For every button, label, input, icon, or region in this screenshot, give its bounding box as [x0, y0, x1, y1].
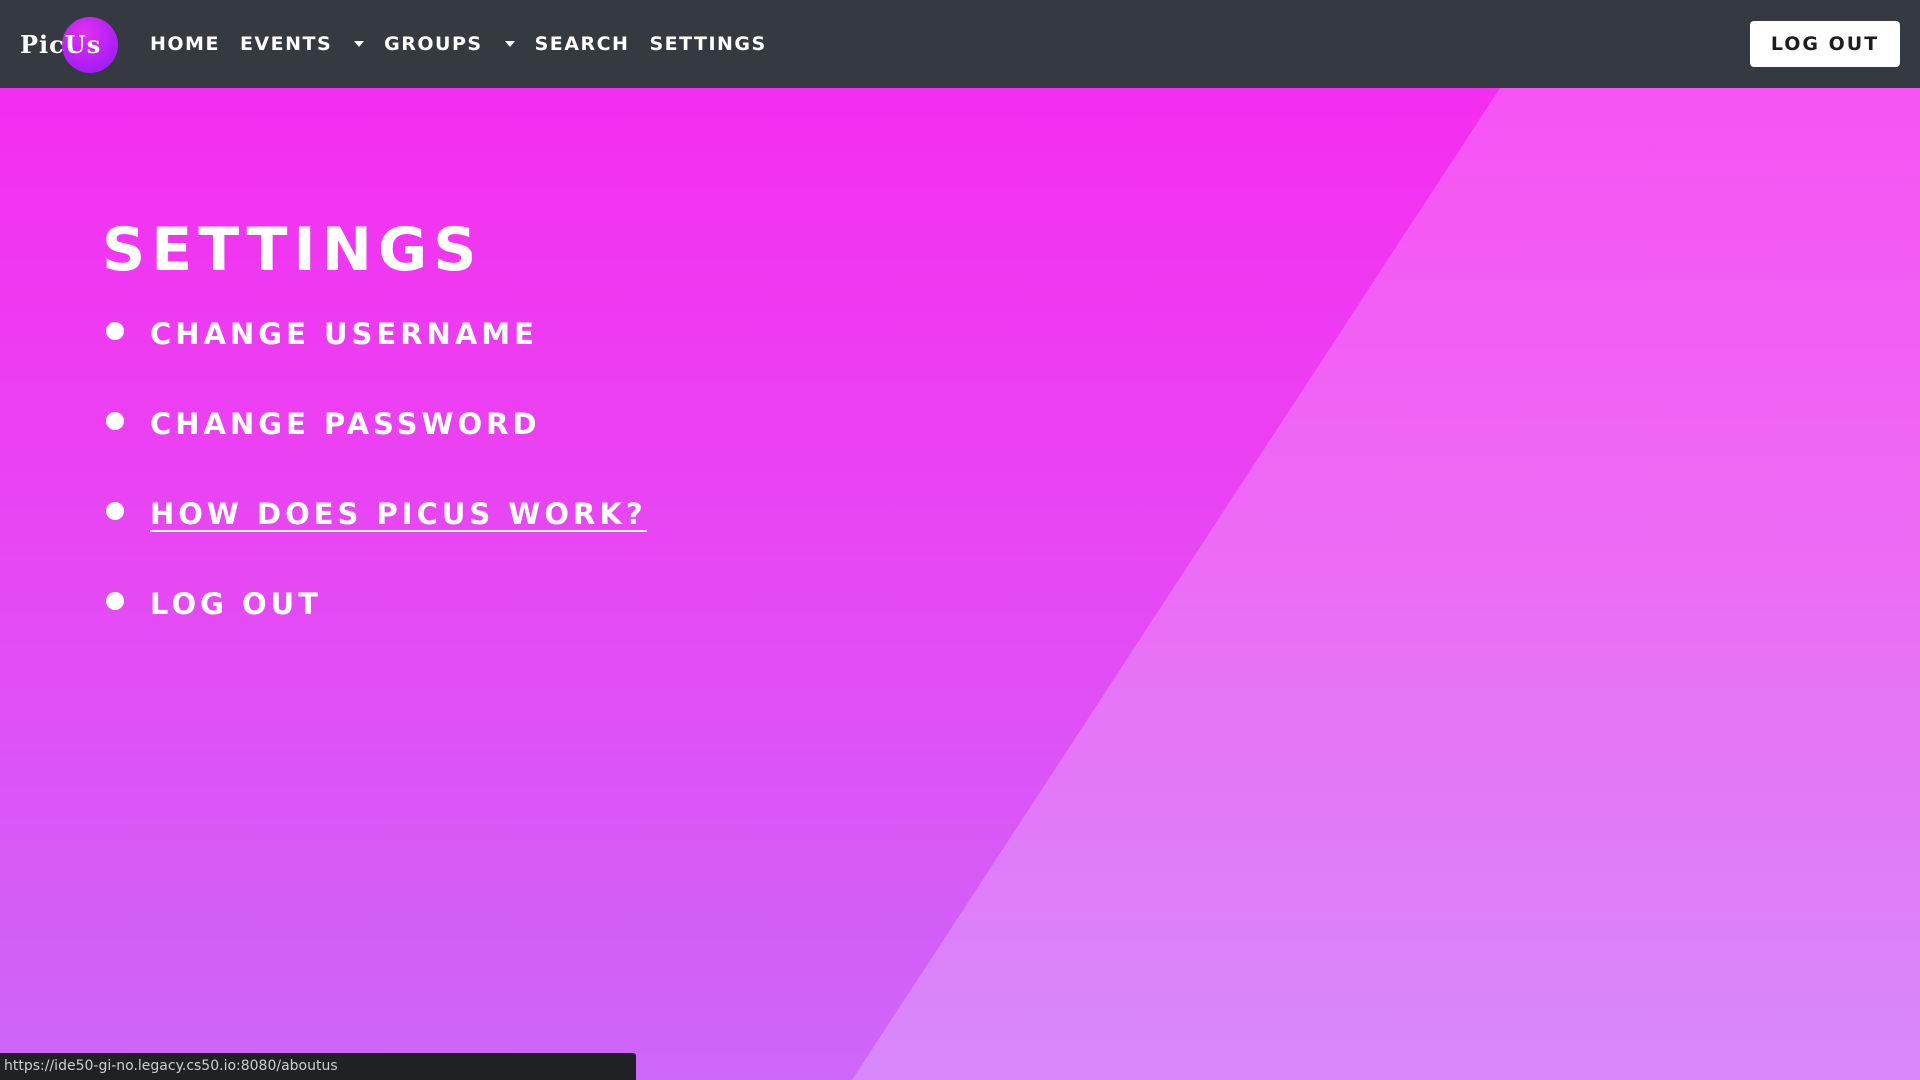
settings-list: CHANGE USERNAME CHANGE PASSWORD HOW DOES… — [102, 314, 647, 674]
browser-status-bar: https://ide50-gi-no.legacy.cs50.io:8080/… — [0, 1053, 636, 1080]
nav-groups-label: GROUPS — [384, 33, 483, 55]
bullet-icon — [106, 412, 124, 430]
status-url: https://ide50-gi-no.legacy.cs50.io:8080/… — [4, 1058, 338, 1074]
nav-events-dropdown[interactable]: EVENTS — [239, 33, 365, 55]
nav-links: HOME EVENTS GROUPS SEARCH SETTINGS — [150, 0, 787, 88]
how-it-works-link[interactable]: HOW DOES PICUS WORK? — [150, 494, 647, 534]
nav-settings-label: SETTINGS — [649, 33, 767, 55]
settings-item-change-password: CHANGE PASSWORD — [102, 404, 647, 494]
nav-search-link[interactable]: SEARCH — [535, 33, 630, 55]
bullet-icon — [106, 322, 124, 340]
bullet-icon — [106, 502, 124, 520]
nav-events-label: EVENTS — [239, 33, 333, 55]
brand-name: PicUs — [20, 29, 102, 59]
caret-down-icon — [504, 41, 515, 47]
change-password-link[interactable]: CHANGE PASSWORD — [150, 404, 541, 444]
logout-button[interactable]: LOG OUT — [1750, 21, 1900, 67]
caret-down-icon — [354, 41, 365, 47]
top-navbar: PicUs HOME EVENTS GROUPS SEARCH SETTINGS… — [0, 0, 1920, 88]
settings-item-change-username: CHANGE USERNAME — [102, 314, 647, 404]
nav-search-label: SEARCH — [534, 33, 630, 55]
settings-content: SETTINGS CHANGE USERNAME CHANGE PASSWORD… — [102, 210, 647, 674]
settings-logout-link[interactable]: LOG OUT — [150, 584, 322, 624]
nav-settings-link[interactable]: SETTINGS — [649, 33, 766, 55]
page-title: SETTINGS — [102, 215, 483, 285]
nav-groups-dropdown[interactable]: GROUPS — [384, 33, 515, 55]
settings-item-how-it-works: HOW DOES PICUS WORK? — [102, 494, 647, 584]
nav-home-link[interactable]: HOME — [150, 33, 220, 55]
bullet-icon — [106, 592, 124, 610]
nav-home-label: HOME — [150, 33, 220, 55]
brand-logo[interactable]: PicUs — [20, 14, 120, 74]
settings-item-log-out: LOG OUT — [102, 584, 647, 674]
change-username-link[interactable]: CHANGE USERNAME — [150, 314, 538, 354]
